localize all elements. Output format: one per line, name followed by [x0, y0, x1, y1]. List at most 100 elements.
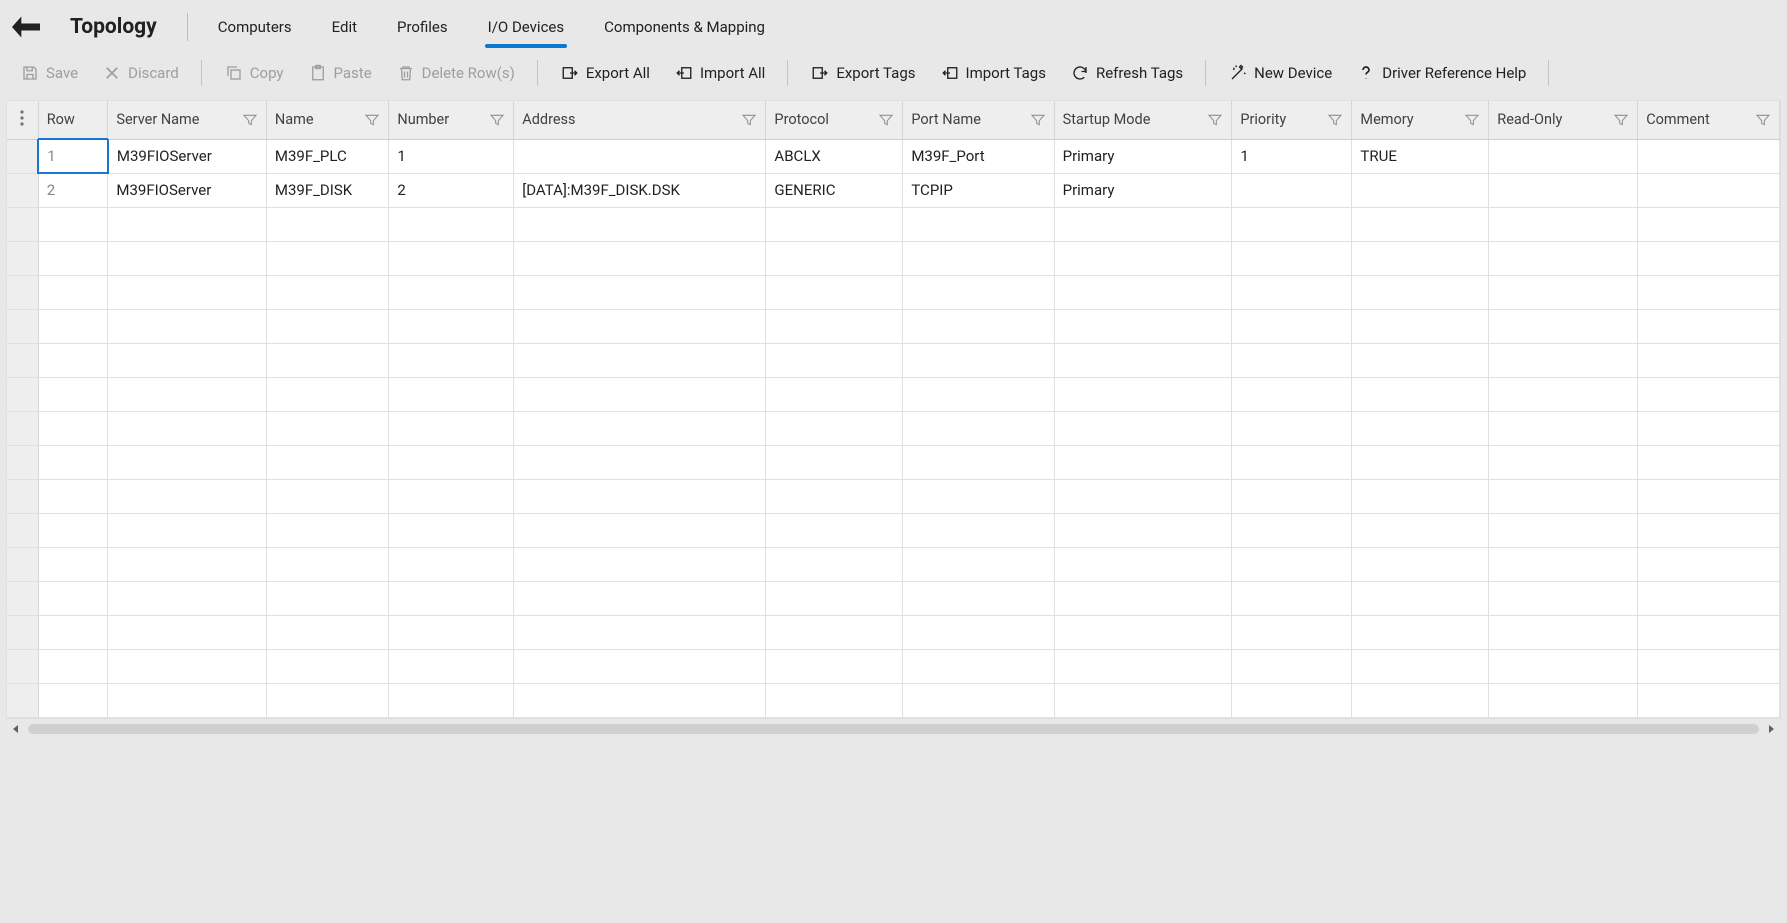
cell-empty[interactable]	[1054, 445, 1232, 479]
cell-protocol[interactable]: ABCLX	[766, 139, 903, 173]
cell-name[interactable]: M39F_DISK	[266, 173, 388, 207]
tab-profiles[interactable]: Profiles	[377, 6, 468, 48]
cell-empty[interactable]	[766, 241, 903, 275]
cell-empty[interactable]	[266, 343, 388, 377]
cell-empty[interactable]	[514, 615, 766, 649]
cell-empty[interactable]	[389, 343, 514, 377]
column-header-row[interactable]: Row	[38, 101, 108, 139]
cell-row[interactable]: 1	[38, 139, 108, 173]
cell-empty[interactable]	[266, 581, 388, 615]
cell-empty[interactable]	[766, 411, 903, 445]
cell-empty[interactable]	[38, 411, 108, 445]
cell-empty[interactable]	[1054, 479, 1232, 513]
table-row-empty[interactable]	[7, 377, 1780, 411]
filter-icon[interactable]	[878, 112, 894, 128]
cell-empty[interactable]	[1352, 615, 1489, 649]
table-row[interactable]: 1M39FIOServerM39F_PLC1ABCLXM39F_PortPrim…	[7, 139, 1780, 173]
cell-empty[interactable]	[266, 309, 388, 343]
column-header-comment[interactable]: Comment	[1638, 101, 1780, 139]
filter-icon[interactable]	[1030, 112, 1046, 128]
cell-empty[interactable]	[514, 241, 766, 275]
table-row-empty[interactable]	[7, 343, 1780, 377]
cell-empty[interactable]	[766, 581, 903, 615]
delete-rows-button[interactable]: Delete Row(s)	[386, 57, 525, 89]
cell-empty[interactable]	[389, 649, 514, 683]
row-handle[interactable]	[7, 173, 38, 207]
cell-empty[interactable]	[389, 377, 514, 411]
cell-empty[interactable]	[1352, 513, 1489, 547]
cell-empty[interactable]	[108, 513, 267, 547]
cell-empty[interactable]	[1489, 343, 1638, 377]
column-header-name[interactable]: Name	[266, 101, 388, 139]
cell-empty[interactable]	[903, 683, 1054, 717]
back-button[interactable]	[10, 11, 42, 43]
cell-empty[interactable]	[389, 615, 514, 649]
cell-empty[interactable]	[1232, 207, 1352, 241]
cell-empty[interactable]	[389, 241, 514, 275]
cell-empty[interactable]	[766, 513, 903, 547]
cell-empty[interactable]	[1352, 479, 1489, 513]
cell-empty[interactable]	[1352, 445, 1489, 479]
cell-empty[interactable]	[1638, 683, 1780, 717]
copy-button[interactable]: Copy	[214, 57, 294, 89]
cell-number[interactable]: 1	[389, 139, 514, 173]
cell-empty[interactable]	[1054, 207, 1232, 241]
import-all-button[interactable]: Import All	[664, 57, 775, 89]
cell-empty[interactable]	[389, 445, 514, 479]
cell-empty[interactable]	[266, 513, 388, 547]
cell-address[interactable]: [DATA]:M39F_DISK.DSK	[514, 173, 766, 207]
cell-empty[interactable]	[389, 683, 514, 717]
cell-empty[interactable]	[108, 581, 267, 615]
cell-empty[interactable]	[1489, 581, 1638, 615]
cell-empty[interactable]	[514, 513, 766, 547]
cell-empty[interactable]	[389, 309, 514, 343]
cell-empty[interactable]	[1232, 377, 1352, 411]
cell-empty[interactable]	[766, 275, 903, 309]
cell-empty[interactable]	[108, 343, 267, 377]
cell-empty[interactable]	[514, 343, 766, 377]
cell-empty[interactable]	[514, 411, 766, 445]
cell-empty[interactable]	[1638, 513, 1780, 547]
column-header-number[interactable]: Number	[389, 101, 514, 139]
cell-empty[interactable]	[266, 377, 388, 411]
cell-empty[interactable]	[38, 581, 108, 615]
filter-icon[interactable]	[1327, 112, 1343, 128]
cell-empty[interactable]	[1638, 241, 1780, 275]
cell-empty[interactable]	[1232, 241, 1352, 275]
cell-empty[interactable]	[903, 309, 1054, 343]
cell-empty[interactable]	[1489, 547, 1638, 581]
row-handle[interactable]	[7, 513, 38, 547]
row-handle[interactable]	[7, 581, 38, 615]
row-menu-header[interactable]	[7, 101, 38, 139]
cell-empty[interactable]	[108, 649, 267, 683]
cell-address[interactable]	[514, 139, 766, 173]
cell-empty[interactable]	[1638, 479, 1780, 513]
cell-empty[interactable]	[514, 207, 766, 241]
table-row-empty[interactable]	[7, 207, 1780, 241]
column-header-priority[interactable]: Priority	[1232, 101, 1352, 139]
cell-empty[interactable]	[514, 649, 766, 683]
cell-empty[interactable]	[108, 615, 267, 649]
cell-empty[interactable]	[903, 343, 1054, 377]
export-all-button[interactable]: Export All	[550, 57, 660, 89]
cell-empty[interactable]	[1638, 343, 1780, 377]
cell-empty[interactable]	[514, 275, 766, 309]
cell-empty[interactable]	[514, 377, 766, 411]
row-handle[interactable]	[7, 207, 38, 241]
table-row-empty[interactable]	[7, 241, 1780, 275]
cell-empty[interactable]	[1352, 547, 1489, 581]
cell-empty[interactable]	[1489, 411, 1638, 445]
cell-empty[interactable]	[108, 241, 267, 275]
cell-empty[interactable]	[514, 683, 766, 717]
tab-i-o-devices[interactable]: I/O Devices	[468, 6, 584, 48]
cell-empty[interactable]	[1638, 309, 1780, 343]
cell-empty[interactable]	[266, 445, 388, 479]
new-device-button[interactable]: New Device	[1218, 57, 1342, 89]
cell-name[interactable]: M39F_PLC	[266, 139, 388, 173]
filter-icon[interactable]	[741, 112, 757, 128]
cell-empty[interactable]	[108, 207, 267, 241]
cell-empty[interactable]	[389, 411, 514, 445]
scroll-right-icon[interactable]	[1765, 723, 1777, 735]
cell-empty[interactable]	[766, 479, 903, 513]
cell-empty[interactable]	[1352, 207, 1489, 241]
